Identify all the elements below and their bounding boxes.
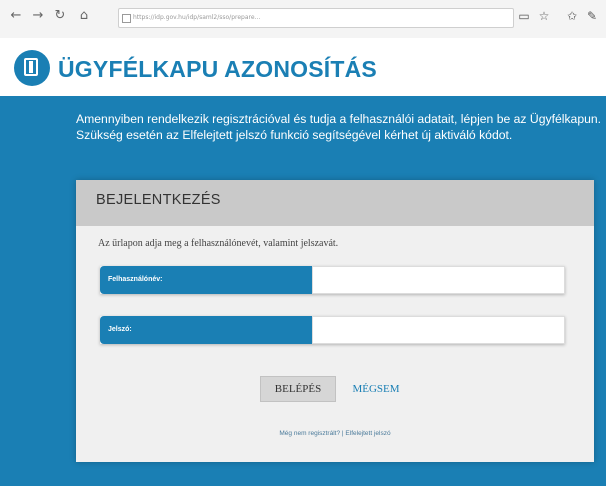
login-card: BEJELENTKEZÉS Az űrlapon adja meg a felh…	[76, 180, 594, 462]
username-label: Felhasználónév:	[100, 266, 312, 294]
ugyfelkapu-logo-icon	[14, 50, 50, 86]
refresh-icon[interactable]: ↻	[52, 8, 68, 24]
link-separator: |	[341, 430, 344, 437]
password-label: Jelszó:	[100, 316, 312, 344]
intro-text: Amennyiben rendelkezik regisztrációval é…	[76, 112, 602, 142]
page-title: ÜGYFÉLKAPU AZONOSÍTÁS	[58, 56, 377, 82]
address-bar[interactable]: https://idp.gov.hu/idp/saml2/sso/prepare…	[118, 8, 514, 28]
login-button[interactable]: BELÉPÉS	[260, 376, 336, 402]
register-link[interactable]: Még nem regisztrált?	[279, 430, 340, 437]
web-note-icon[interactable]: ✎	[584, 8, 600, 24]
back-arrow-icon[interactable]: ←	[8, 8, 24, 24]
home-icon[interactable]: ⌂	[76, 8, 92, 24]
footer-links: Még nem regisztrált? | Elfelejtett jelsz…	[76, 430, 594, 437]
lock-icon	[122, 14, 131, 23]
password-field: Jelszó:	[100, 316, 565, 344]
username-input[interactable]	[312, 266, 565, 294]
favorites-hub-icon[interactable]: ✩	[564, 8, 580, 24]
username-field: Felhasználónév:	[100, 266, 565, 294]
login-instruction: Az űrlapon adja meg a felhasználónevét, …	[98, 238, 339, 249]
login-card-header: BEJELENTKEZÉS	[76, 180, 594, 226]
logo-bar-shape	[29, 61, 33, 73]
password-input[interactable]	[312, 316, 565, 344]
browser-toolbar: ← → ↻ ⌂ https://idp.gov.hu/idp/saml2/sso…	[0, 0, 606, 39]
cancel-button[interactable]: MÉGSEM	[344, 376, 408, 402]
login-title: BEJELENTKEZÉS	[96, 192, 221, 208]
forward-arrow-icon[interactable]: →	[30, 8, 46, 24]
url-text: https://idp.gov.hu/idp/saml2/sso/prepare…	[133, 14, 261, 21]
reading-view-icon[interactable]: ▭	[516, 8, 532, 24]
forgot-password-link[interactable]: Elfelejtett jelszó	[345, 430, 390, 437]
favorite-star-icon[interactable]: ☆	[536, 8, 552, 24]
